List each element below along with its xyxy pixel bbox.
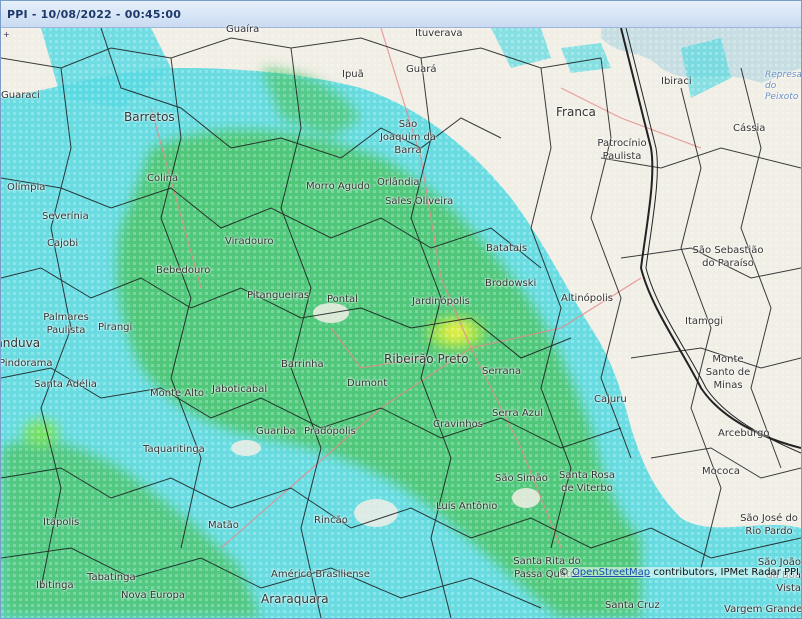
place-label-altinopolis: Altinópolis: [561, 293, 614, 304]
place-label-matao: Matão: [208, 520, 239, 531]
place-label-saosimao: São Simão: [495, 473, 548, 484]
place-label-guaira: Guaíra: [226, 24, 260, 35]
place-label-sjriopardo: São José do Rio Pardo: [740, 513, 798, 537]
place-label-serrana: Serrana: [482, 366, 522, 377]
place-label-franca: Franca: [556, 105, 596, 119]
place-label-dumont: Dumont: [347, 378, 388, 389]
copyright-symbol: ©: [558, 567, 569, 578]
place-label-bebedouro: Bebedouro: [156, 265, 211, 276]
window-titlebar: PPI - 10/08/2022 - 00:45:00: [1, 1, 801, 28]
place-label-morroagudo: Morro Agudo: [306, 181, 370, 192]
place-label-arceburgo: Arceburgo: [718, 428, 770, 439]
place-label-cravinhos: Cravinhos: [433, 419, 483, 430]
place-label-itamogi: Itamogi: [685, 316, 723, 327]
place-label-guaraci: Guaraci: [1, 90, 40, 101]
place-label-santaadelia: Santa Adélia: [34, 379, 97, 390]
place-label-ibiraci: Ibiraci: [661, 76, 692, 87]
openstreetmap-link[interactable]: OpenStreetMap: [572, 567, 650, 578]
place-label-ssparaiso: São Sebastião do Paraíso: [692, 245, 764, 269]
place-label-cajobi: Cajobi: [47, 238, 79, 249]
place-label-jaboticabal: Jaboticabal: [212, 384, 268, 395]
place-label-pirangi: Pirangi: [98, 322, 133, 333]
scale-marker-icon: +: [3, 30, 10, 39]
attribution-text: contributors, IPMet Radar PPI: [653, 567, 799, 578]
place-label-mococa: Mococa: [702, 466, 740, 477]
ppi-window: PPI - 10/08/2022 - 00:45:00 + Guaíra Itu…: [0, 0, 802, 619]
place-label-catanduva: Catanduva: [1, 336, 41, 350]
place-label-ipua: Ipuã: [342, 69, 364, 80]
place-label-taquaritinga: Taquaritinga: [143, 444, 205, 455]
place-label-batatais: Batatais: [486, 243, 528, 254]
place-label-guariba: Guariba: [256, 426, 296, 437]
place-label-severinia: Severínia: [42, 211, 89, 222]
place-label-patrocinio: Patrocínio Paulista: [597, 138, 647, 162]
place-label-luisantonio: Luís Antônio: [436, 501, 498, 512]
place-label-ituverava: Ituverava: [415, 28, 463, 39]
place-label-colina: Colina: [147, 173, 179, 184]
place-label-olimpia: Olímpia: [7, 182, 46, 193]
place-label-rincao: Rincão: [314, 515, 348, 526]
place-label-ribeirao: Ribeirão Preto: [384, 352, 469, 366]
place-label-montesanto: Monte Santo de Minas: [705, 354, 751, 391]
place-label-sjbarra: São Joaquim da Barra: [379, 119, 437, 156]
place-label-brodowski: Brodowski: [485, 278, 537, 289]
place-label-itapolis: Itápolis: [43, 517, 80, 528]
place-label-americob: Américo Brasiliense: [271, 569, 370, 580]
radar-map[interactable]: + Guaíra Ituverava Ipuã Guará Ibiraci Re…: [0, 24, 802, 618]
place-label-palmares: Palmares Paulista: [43, 312, 89, 336]
place-label-pradopolis: Pradópolis: [304, 426, 356, 437]
place-label-pontal: Pontal: [327, 294, 358, 305]
place-label-tabatinga: Tabatinga: [87, 572, 136, 583]
place-label-jardinopolis: Jardinópolis: [412, 296, 470, 307]
place-label-barrinha: Barrinha: [281, 359, 324, 370]
place-label-viradouro: Viradouro: [225, 236, 274, 247]
window-title: PPI - 10/08/2022 - 00:45:00: [7, 8, 182, 21]
place-label-pindorama: Pindorama: [0, 358, 53, 369]
place-label-guara: Guará: [406, 64, 437, 75]
place-label-novaeuropa: Nova Europa: [121, 590, 185, 601]
place-label-vargem: Vargem Grande: [724, 604, 802, 615]
place-label-salesoliveira: Sales Oliveira: [385, 196, 454, 207]
place-label-represa: Represa do Peixoto: [765, 70, 802, 102]
place-label-orlandia: Orlândia: [377, 177, 420, 188]
place-label-montealto: Monte Alto: [150, 388, 204, 399]
map-attribution: © OpenStreetMap contributors, IPMet Rada…: [558, 567, 799, 578]
place-label-araraquara: Araraquara: [261, 592, 329, 606]
place-label-cajuru: Cajuru: [594, 394, 627, 405]
place-label-pitangueiras: Pitangueiras: [247, 290, 310, 301]
place-label-cassia: Cássia: [733, 123, 766, 134]
place-label-serraazul: Serra Azul: [492, 408, 544, 419]
place-label-barretos: Barretos: [124, 110, 175, 124]
place-label-santacruz: Santa Cruz: [605, 600, 660, 611]
place-label-ibitinga: Ibitinga: [36, 580, 74, 591]
place-label-santarosa: Santa Rosa de Viterbo: [559, 470, 615, 494]
